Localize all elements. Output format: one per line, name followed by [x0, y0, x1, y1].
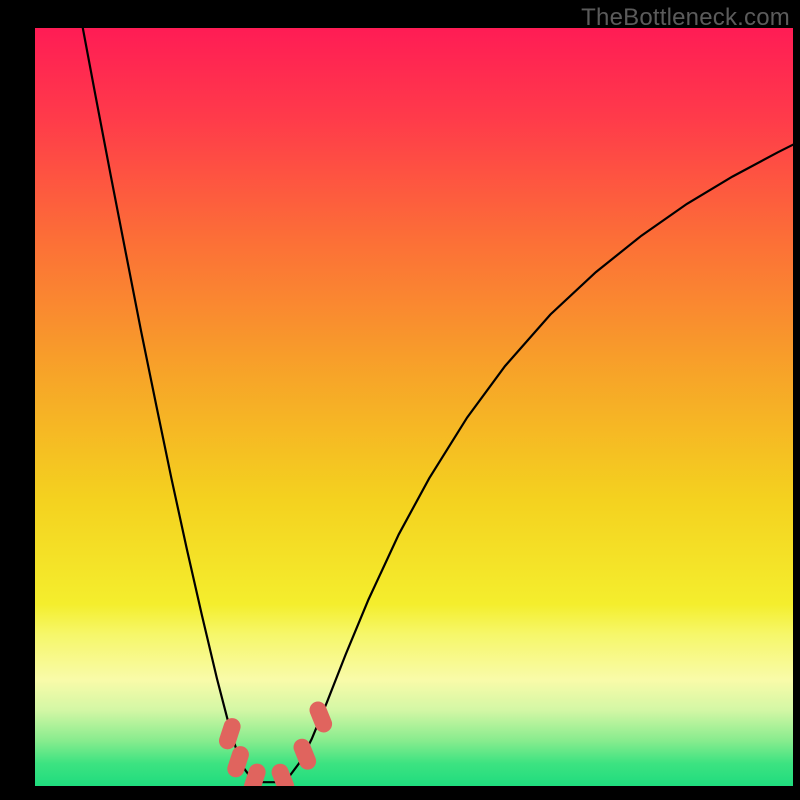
watermark-text: TheBottleneck.com — [581, 4, 790, 32]
chart-background — [35, 28, 793, 786]
chart-plot-area — [35, 28, 793, 786]
chart-svg — [35, 28, 793, 786]
chart-frame: TheBottleneck.com — [0, 0, 800, 800]
